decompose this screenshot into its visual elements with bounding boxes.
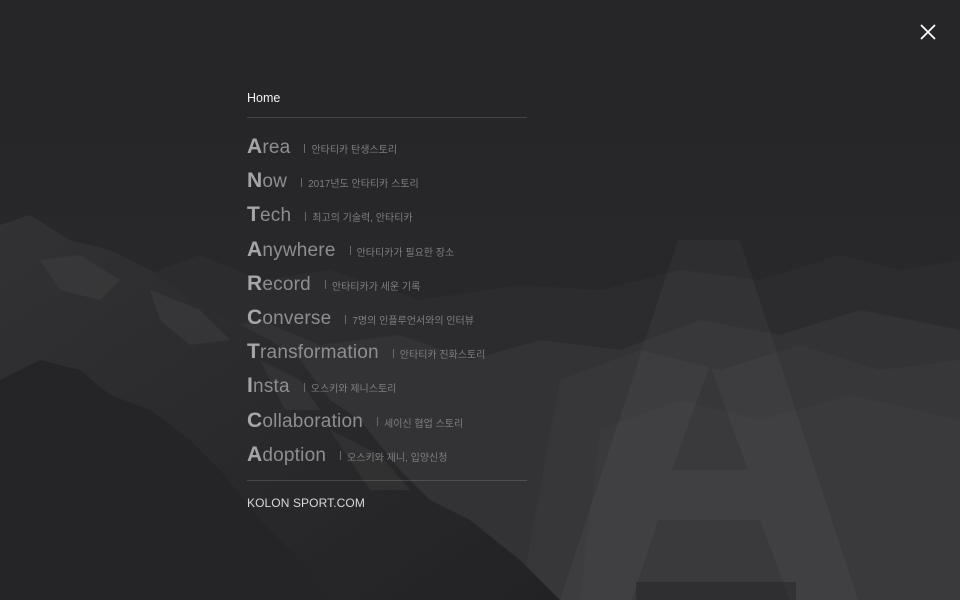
title-initial: R <box>247 271 263 295</box>
menu-item-subtitle: 안타티카가 필요한 장소 <box>356 247 455 259</box>
kolon-sport-link[interactable]: KOLON SPORT.COM <box>247 479 527 510</box>
menu-item-title: Converse <box>247 306 331 330</box>
menu-item-tech[interactable]: Tech 최고의 기술력, 안타티카 <box>247 198 527 232</box>
divider <box>377 417 379 427</box>
title-rest: rea <box>262 137 291 159</box>
title-initial: C <box>247 306 263 330</box>
title-initial: A <box>247 237 263 261</box>
menu-item-title: Anywhere <box>247 238 336 262</box>
main-navigation: Home Area 안타티카 탄생스토리 Now 2017년도 안타티카 스토리… <box>247 90 527 510</box>
home-link[interactable]: Home <box>247 90 527 118</box>
menu-item-title: Record <box>247 272 311 296</box>
menu-item-subtitle: 세이신 협업 스토리 <box>384 418 464 430</box>
menu-item-subtitle: 최고의 기술력, 안타티카 <box>312 213 413 225</box>
divider <box>301 177 303 187</box>
title-initial: A <box>247 135 263 159</box>
menu-item-area[interactable]: Area 안타티카 탄생스토리 <box>247 130 527 164</box>
title-initial: T <box>247 203 261 227</box>
divider <box>349 246 351 256</box>
menu-item-now[interactable]: Now 2017년도 안타티카 스토리 <box>247 164 527 198</box>
menu-item-insta[interactable]: Insta 오스키와 제니스토리 <box>247 369 527 403</box>
menu-overlay: Home Area 안타티카 탄생스토리 Now 2017년도 안타티카 스토리… <box>0 0 960 600</box>
divider <box>303 382 305 392</box>
menu-item-converse[interactable]: Converse 7명의 인플루언서와의 인터뷰 <box>247 301 527 335</box>
menu-item-title: Adoption <box>247 443 326 467</box>
divider <box>304 143 306 153</box>
title-initial: C <box>247 408 263 432</box>
divider <box>305 211 307 221</box>
menu-item-subtitle: 안타티카 진화스토리 <box>399 350 486 362</box>
menu-item-title: Collaboration <box>247 409 363 433</box>
menu-item-subtitle: 오스키와 제니스토리 <box>310 384 397 396</box>
divider <box>345 314 347 324</box>
menu-item-subtitle: 안타티카가 세운 기록 <box>331 281 421 293</box>
close-icon <box>920 24 936 40</box>
title-rest: ransformation <box>260 342 379 364</box>
title-initial: N <box>247 169 263 193</box>
menu-item-adoption[interactable]: Adoption 오스키와 제니, 입양신청 <box>247 438 527 472</box>
title-initial: T <box>247 340 261 364</box>
menu-item-subtitle: 2017년도 안타티카 스토리 <box>308 179 419 191</box>
menu-item-subtitle: 오스키와 제니, 입양신청 <box>347 452 448 464</box>
menu-item-subtitle: 안타티카 탄생스토리 <box>311 145 398 157</box>
title-rest: onverse <box>262 308 332 330</box>
menu-item-title: Area <box>247 135 290 159</box>
menu-list: Area 안타티카 탄생스토리 Now 2017년도 안타티카 스토리 Tech… <box>247 130 527 472</box>
title-rest: ow <box>262 171 288 193</box>
menu-item-title: Insta <box>247 374 290 398</box>
title-rest: nsta <box>253 376 290 398</box>
divider <box>340 451 342 461</box>
title-rest: ecord <box>262 273 311 295</box>
menu-item-collaboration[interactable]: Collaboration 세이신 협업 스토리 <box>247 404 527 438</box>
menu-item-record[interactable]: Record 안타티카가 세운 기록 <box>247 267 527 301</box>
menu-item-anywhere[interactable]: Anywhere 안타티카가 필요한 장소 <box>247 233 527 267</box>
title-rest: doption <box>262 444 327 466</box>
close-button[interactable] <box>912 16 944 48</box>
title-rest: ollaboration <box>262 410 364 432</box>
title-rest: ech <box>260 205 292 227</box>
divider <box>392 348 394 358</box>
menu-item-subtitle: 7명의 인플루언서와의 인터뷰 <box>352 316 474 328</box>
menu-item-title: Tech <box>247 203 291 227</box>
divider <box>324 280 326 290</box>
title-initial: A <box>247 442 263 466</box>
menu-item-transformation[interactable]: Transformation 안타티카 진화스토리 <box>247 335 527 369</box>
menu-item-title: Transformation <box>247 340 379 364</box>
title-rest: nywhere <box>262 239 336 261</box>
menu-item-title: Now <box>247 169 287 193</box>
